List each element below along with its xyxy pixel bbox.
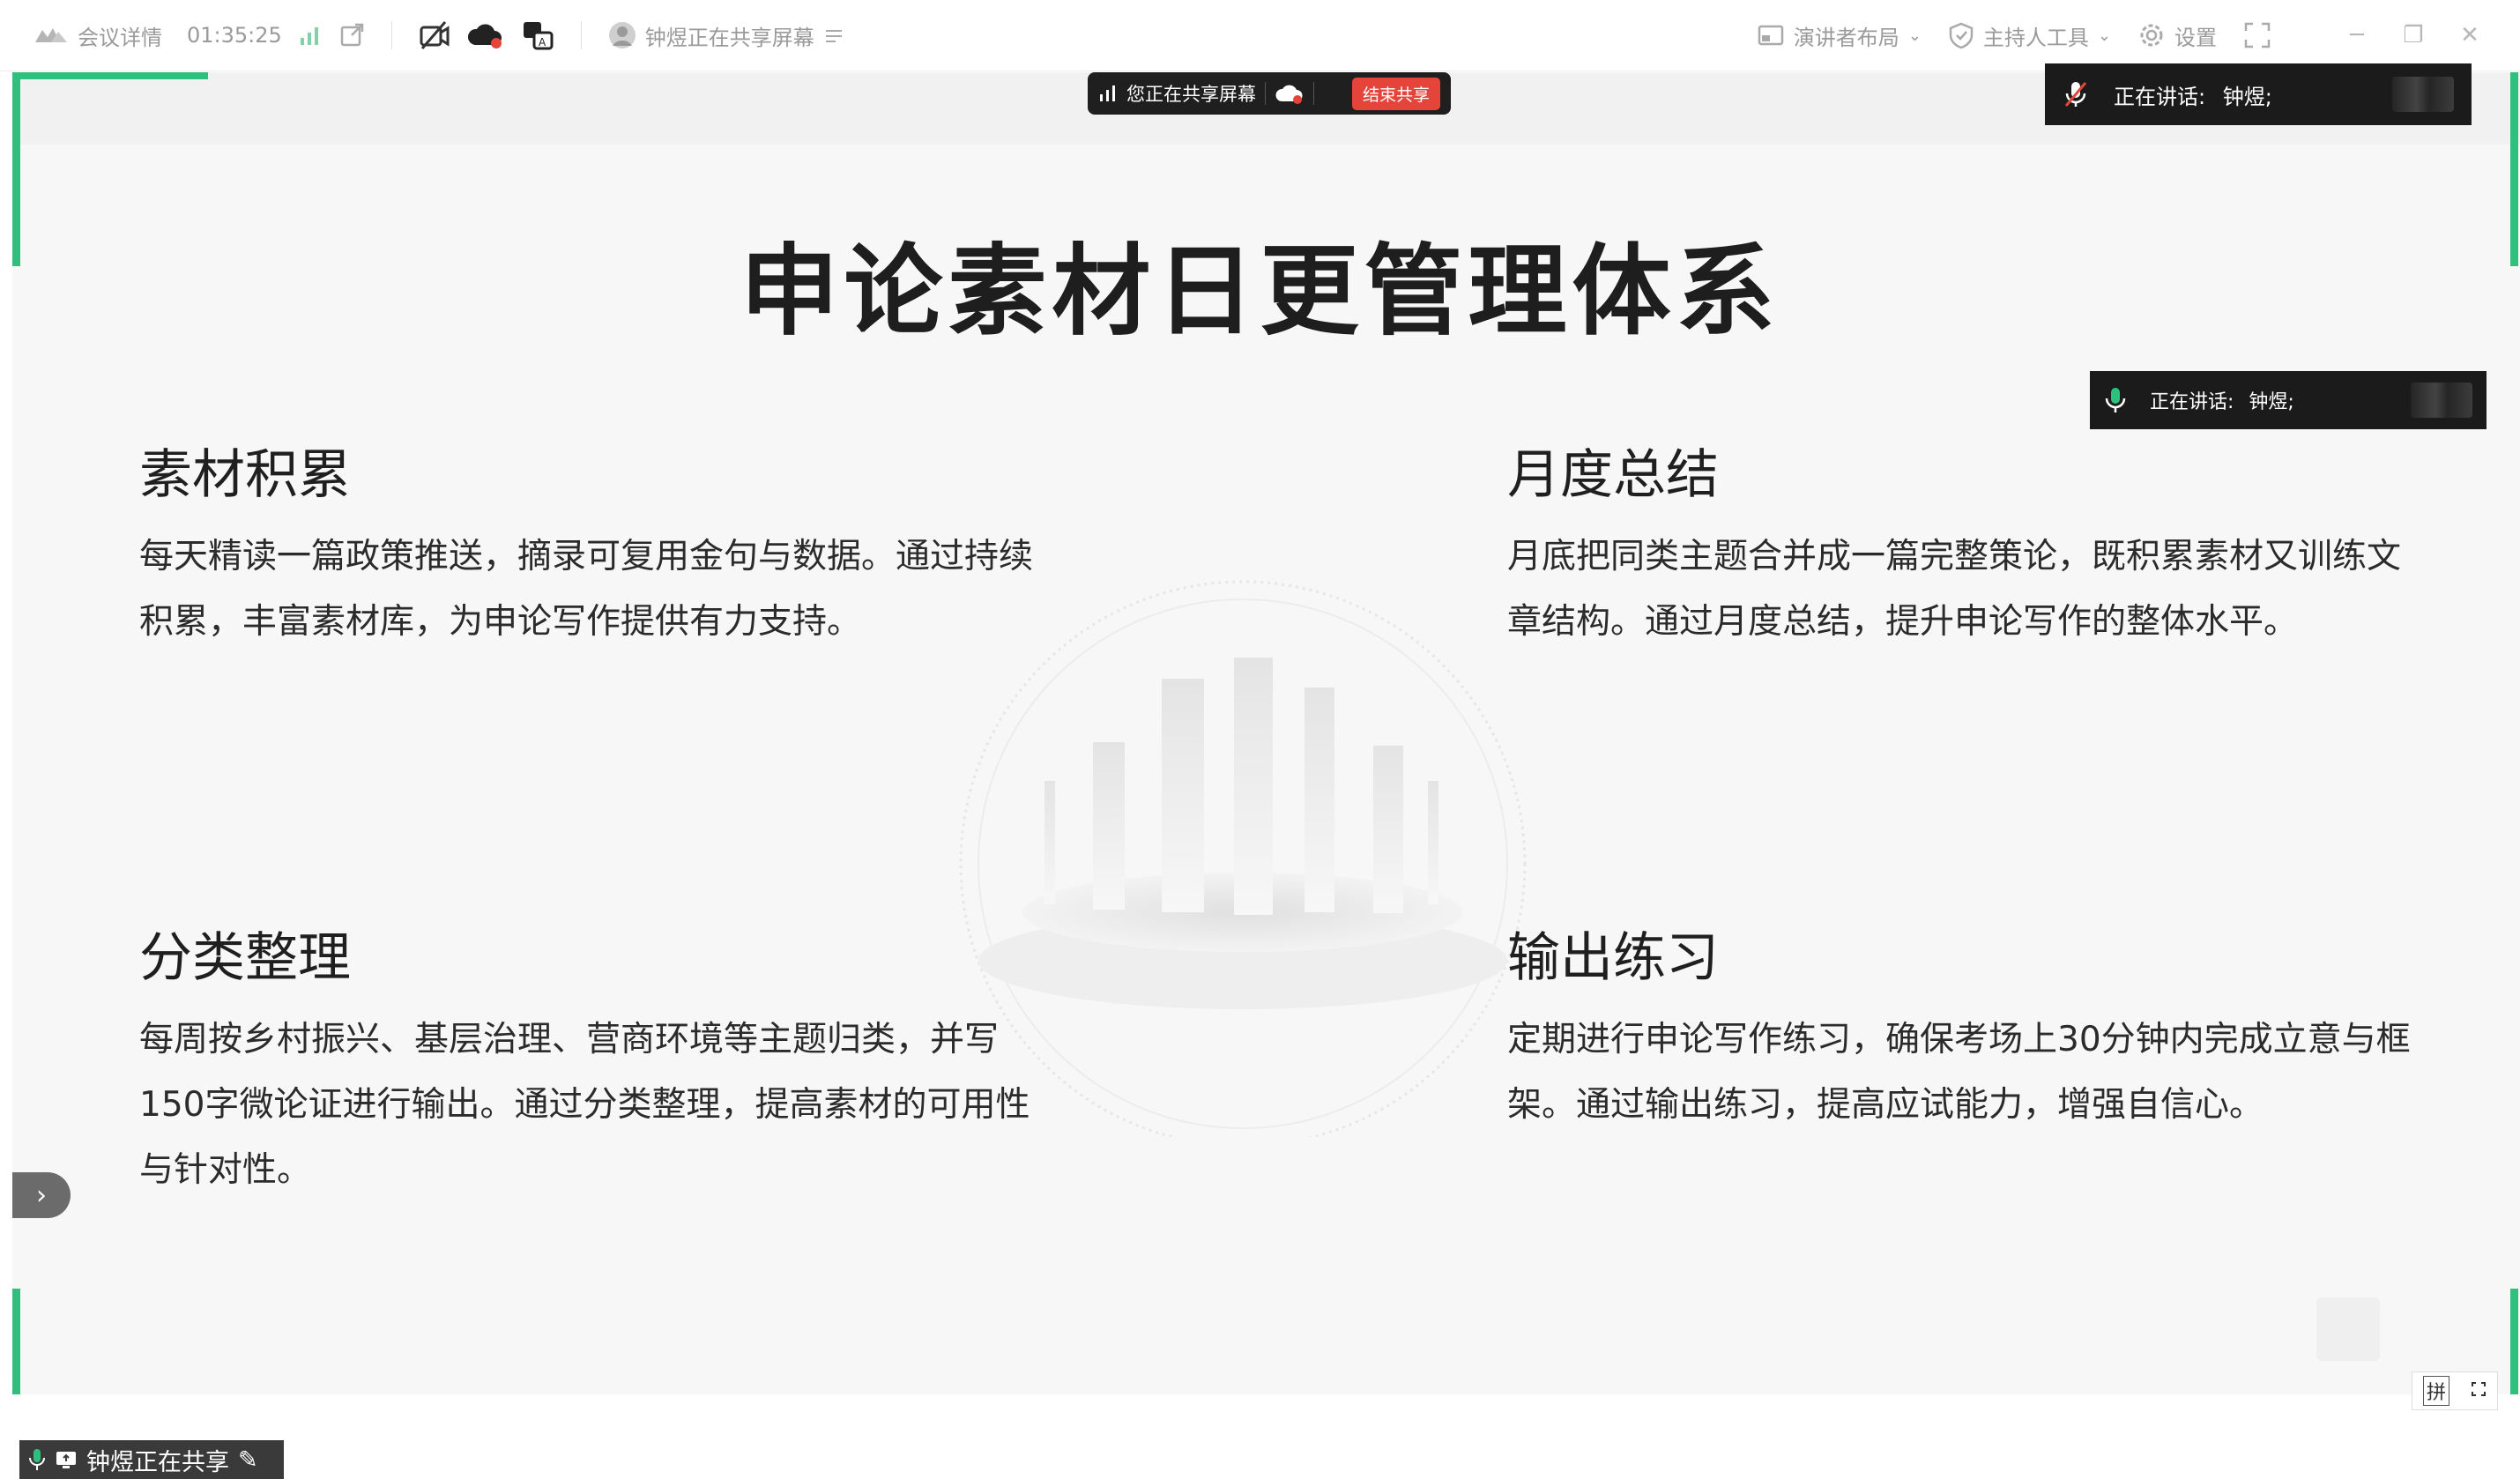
section-monthly-summary: 月度总结 月底把同类主题合并成一篇完整策论，既积累素材又训练文章结构。通过月度总… — [1507, 432, 2424, 655]
ime-indicator[interactable]: 拼 — [2412, 1371, 2498, 1410]
section-heading: 分类整理 — [139, 927, 351, 989]
screen-share-icon — [55, 1449, 78, 1470]
presenter-avatar-icon — [608, 21, 636, 49]
network-signal-icon[interactable] — [298, 24, 323, 47]
speaking-text: 正在讲话: 钟煜; — [2150, 391, 2294, 413]
presenter-layout-label: 演讲者布局 — [1793, 25, 1899, 50]
section-heading: 素材积累 — [139, 444, 351, 506]
pill-divider — [1265, 82, 1266, 105]
share-status-label: 钟煜正在共享屏幕 — [644, 25, 814, 50]
restore-icon[interactable]: ❐ — [2398, 22, 2428, 48]
ime-label: 拼 — [2422, 1376, 2449, 1406]
floating-placeholder — [2316, 1297, 2380, 1361]
toolbar-left-group: 会议详情 01:35:25 A 钟煜正在共享屏幕 — [33, 0, 844, 71]
section-heading: 月度总结 — [1507, 444, 1719, 506]
settings-label: 设置 — [2174, 25, 2217, 50]
presenter-layout-button[interactable]: 演讲者布局 ⌄ — [1757, 20, 1922, 51]
speaker-video-thumbnail — [2392, 77, 2454, 112]
fullscreen-icon[interactable] — [2243, 21, 2271, 49]
meeting-toolbar: 会议详情 01:35:25 A 钟煜正在共享屏幕 演讲者布局 ⌄ 主持人工具 ⌄… — [0, 0, 2520, 71]
pencil-icon[interactable]: ✎ — [238, 1446, 258, 1474]
share-link-icon[interactable] — [338, 22, 365, 48]
expand-icon[interactable] — [2471, 1380, 2487, 1402]
toolbar-right-group: 演讲者布局 ⌄ 主持人工具 ⌄ 设置 ─ ❐ ✕ — [1757, 0, 2485, 71]
settings-button[interactable]: 设置 — [2137, 20, 2217, 51]
toolbar-divider — [390, 21, 392, 49]
mic-active-icon — [2104, 386, 2127, 414]
chevron-down-icon: ⌄ — [1907, 26, 1922, 45]
speaking-indicator-top: 正在讲话: 钟煜; — [2045, 63, 2472, 125]
gear-icon — [2137, 21, 2166, 49]
svg-text:A: A — [539, 36, 546, 48]
section-body: 月底把同类主题合并成一篇完整策论，既积累素材又训练文章结构。通过月度总结，提升申… — [1507, 537, 2402, 642]
slide-title: 申论素材日更管理体系 — [740, 234, 1780, 349]
meeting-timer: 01:35:25 — [187, 23, 282, 48]
section-heading: 输出练习 — [1507, 927, 1719, 989]
video-off-icon[interactable] — [419, 20, 450, 50]
bottom-status-area — [12, 1394, 2520, 1479]
stop-sharing-button[interactable]: 结束共享 — [1351, 77, 1440, 110]
close-icon[interactable]: ✕ — [2455, 22, 2485, 48]
accent-edge-top-left — [12, 72, 208, 79]
signal-bars-icon — [1098, 84, 1118, 103]
meeting-details-label: 会议详情 — [78, 25, 162, 50]
toolbar-divider — [580, 21, 582, 49]
chevron-right-icon: › — [36, 1179, 47, 1211]
cloud-record-icon[interactable] — [1275, 82, 1305, 105]
mic-active-icon — [28, 1447, 46, 1472]
chevron-down-icon: ⌄ — [2097, 26, 2111, 45]
mic-muted-icon — [2063, 79, 2089, 109]
section-material-accumulation: 素材积累 每天精读一篇政策推送，摘录可复用金句与数据。通过持续积累，丰富素材库，… — [139, 432, 1056, 655]
speaking-text: 正在讲话: 钟煜; — [2114, 84, 2272, 109]
sharing-indicator-bar: 您正在共享屏幕 结束共享 — [1088, 72, 1451, 115]
interpretation-icon[interactable]: A — [521, 19, 554, 51]
sharing-indicator-label: 您正在共享屏幕 — [1126, 84, 1256, 105]
cloud-record-icon[interactable] — [466, 20, 505, 50]
section-body: 定期进行申论写作练习，确保考场上30分钟内完成立意与框架。通过输出练习，提高应试… — [1507, 1020, 2411, 1125]
host-tools-label: 主持人工具 — [1982, 25, 2089, 50]
section-output-practice: 输出练习 定期进行申论写作练习，确保考场上30分钟内完成立意与框架。通过输出练习… — [1507, 915, 2424, 1138]
share-status-item[interactable]: 钟煜正在共享屏幕 — [608, 20, 844, 51]
section-body: 每周按乡村振兴、基层治理、营商环境等主题归类，并写150字微论证进行输出。通过分… — [139, 1020, 1030, 1190]
host-tools-button[interactable]: 主持人工具 ⌄ — [1948, 20, 2111, 51]
section-classification: 分类整理 每周按乡村振兴、基层治理、营商环境等主题归类，并写150字微论证进行输… — [139, 915, 1056, 1203]
speaking-indicator-slide: 正在讲话: 钟煜; — [2090, 371, 2487, 429]
meeting-details-button[interactable]: 会议详情 — [33, 20, 162, 51]
layout-icon — [1757, 22, 1785, 48]
list-menu-icon[interactable] — [823, 25, 844, 46]
section-body: 每天精读一篇政策推送，摘录可复用金句与数据。通过持续积累，丰富素材库，为申论写作… — [139, 537, 1034, 642]
minimize-icon[interactable]: ─ — [2342, 22, 2372, 48]
meeting-logo-icon — [33, 25, 69, 46]
shield-icon — [1948, 21, 1974, 49]
sharing-status-label: 钟煜正在共享 — [86, 1448, 229, 1476]
pill-divider — [1313, 82, 1314, 105]
sharing-status-badge[interactable]: 钟煜正在共享 ✎ — [19, 1440, 284, 1479]
expand-panel-button[interactable]: › — [12, 1172, 71, 1218]
speaker-video-thumbnail — [2411, 383, 2472, 418]
